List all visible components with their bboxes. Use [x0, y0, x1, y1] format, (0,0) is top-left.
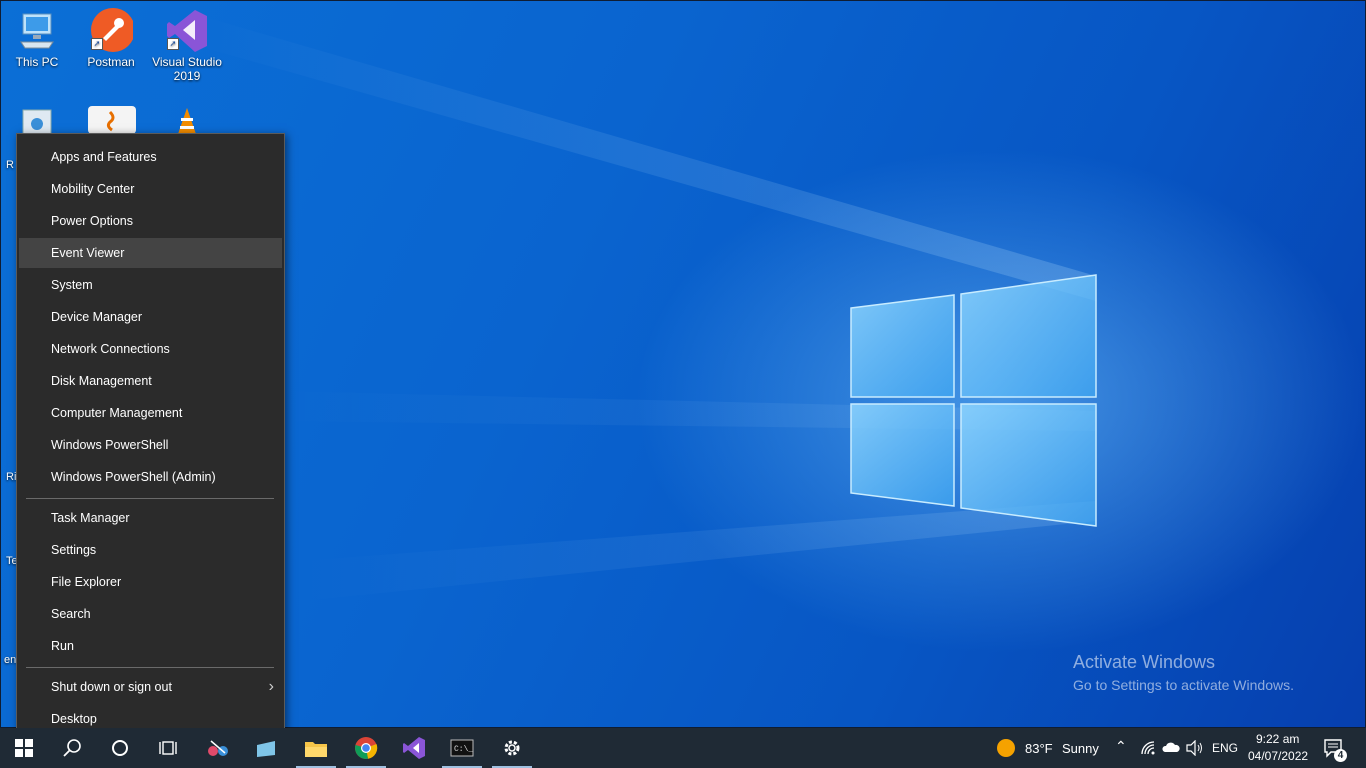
taskbar-settings[interactable] [488, 728, 536, 768]
cortana-icon [112, 740, 128, 756]
desktop-icon-partial-label: Ri [6, 471, 17, 483]
volume-icon[interactable] [1186, 739, 1204, 761]
gear-icon [504, 740, 520, 756]
clock-time[interactable]: 9:22 am [1256, 732, 1299, 746]
menu-item-power-options[interactable]: Power Options [19, 206, 282, 236]
snipping-tool-icon [208, 740, 228, 756]
menu-item-file-explorer[interactable]: File Explorer [19, 567, 282, 597]
taskbar-chrome[interactable] [342, 728, 390, 768]
menu-item-powershell-admin[interactable]: Windows PowerShell (Admin) [19, 462, 282, 492]
watermark-subtitle: Go to Settings to activate Windows. [1073, 677, 1294, 693]
menu-item-task-manager[interactable]: Task Manager [19, 503, 282, 533]
recycle-bin-icon[interactable] [17, 106, 57, 135]
start-button[interactable] [0, 728, 48, 768]
weather-description[interactable]: Sunny [1062, 741, 1099, 756]
chevron-up-icon[interactable]: ⌃ [1115, 738, 1127, 755]
terminal-icon: C:\_ [450, 739, 474, 757]
notification-badge: 4 [1334, 749, 1347, 762]
menu-item-shutdown[interactable]: Shut down or sign out › [19, 672, 282, 702]
weather-temperature[interactable]: 83°F [1025, 741, 1053, 756]
desktop-icon-label: Visual Studio 2019 [152, 55, 222, 83]
action-center-button[interactable]: 4 [1323, 738, 1347, 762]
menu-separator [26, 667, 274, 668]
chevron-right-icon: › [268, 678, 274, 695]
taskbar-search-button[interactable] [48, 728, 96, 768]
weather-sun-icon[interactable] [997, 739, 1015, 757]
activation-watermark: Activate Windows Go to Settings to activ… [1073, 652, 1294, 693]
menu-item-disk-management[interactable]: Disk Management [19, 366, 282, 396]
menu-item-mobility-center[interactable]: Mobility Center [19, 174, 282, 204]
taskbar: C:\_ 83°F Sunny ⌃ ENG 9:22 am 04/07/2022… [0, 728, 1366, 768]
menu-item-powershell[interactable]: Windows PowerShell [19, 430, 282, 460]
visual-studio-icon: ➚ [165, 8, 209, 52]
menu-item-search[interactable]: Search [19, 599, 282, 629]
menu-item-network-connections[interactable]: Network Connections [19, 334, 282, 364]
watermark-title: Activate Windows [1073, 652, 1216, 672]
power-user-menu: Apps and Features Mobility Center Power … [16, 133, 285, 744]
java-icon[interactable] [88, 106, 136, 134]
shortcut-arrow-icon: ➚ [91, 38, 103, 50]
taskbar-app-snipping[interactable] [194, 728, 242, 768]
menu-item-label: Shut down or sign out [51, 680, 172, 694]
svg-text:C:\_: C:\_ [454, 745, 473, 754]
app-icon [257, 741, 275, 757]
menu-item-computer-management[interactable]: Computer Management [19, 398, 282, 428]
visual-studio-icon [403, 737, 425, 759]
task-view-button[interactable] [144, 728, 192, 768]
desktop-icon-visual-studio[interactable]: ➚ Visual Studio 2019 [151, 8, 223, 83]
search-icon [63, 739, 81, 757]
taskbar-visual-studio[interactable] [390, 728, 438, 768]
menu-item-run[interactable]: Run [19, 631, 282, 661]
task-view-icon [159, 741, 177, 755]
language-indicator[interactable]: ENG [1212, 741, 1238, 755]
vlc-icon[interactable] [176, 106, 198, 134]
cortana-button[interactable] [96, 728, 144, 768]
menu-item-device-manager[interactable]: Device Manager [19, 302, 282, 332]
menu-item-event-viewer[interactable]: Event Viewer [19, 238, 282, 268]
computer-icon [15, 8, 59, 52]
postman-icon: ➚ [89, 8, 135, 52]
onedrive-cloud-icon[interactable] [1162, 740, 1180, 759]
clock-date[interactable]: 04/07/2022 [1248, 749, 1308, 763]
menu-item-apps-features[interactable]: Apps and Features [19, 142, 282, 172]
desktop-icon-label: Postman [87, 55, 135, 69]
desktop-icon-partial-label: en [4, 654, 17, 666]
menu-item-system[interactable]: System [19, 270, 282, 300]
desktop-icon-label: This PC [15, 55, 59, 69]
desktop-icon-this-pc[interactable]: This PC [1, 8, 73, 69]
desktop-icon-postman[interactable]: ➚ Postman [75, 8, 147, 69]
folder-icon [305, 742, 327, 757]
menu-item-settings[interactable]: Settings [19, 535, 282, 565]
taskbar-file-explorer[interactable] [292, 728, 340, 768]
taskbar-app-generic[interactable] [242, 728, 290, 768]
taskbar-command-prompt[interactable]: C:\_ [438, 728, 486, 768]
desktop-icon-partial-label: R [6, 159, 14, 171]
menu-separator [26, 498, 274, 499]
wifi-icon[interactable] [1140, 740, 1156, 761]
shortcut-arrow-icon: ➚ [167, 38, 179, 50]
chrome-icon [355, 737, 378, 759]
windows-start-icon [15, 739, 33, 757]
